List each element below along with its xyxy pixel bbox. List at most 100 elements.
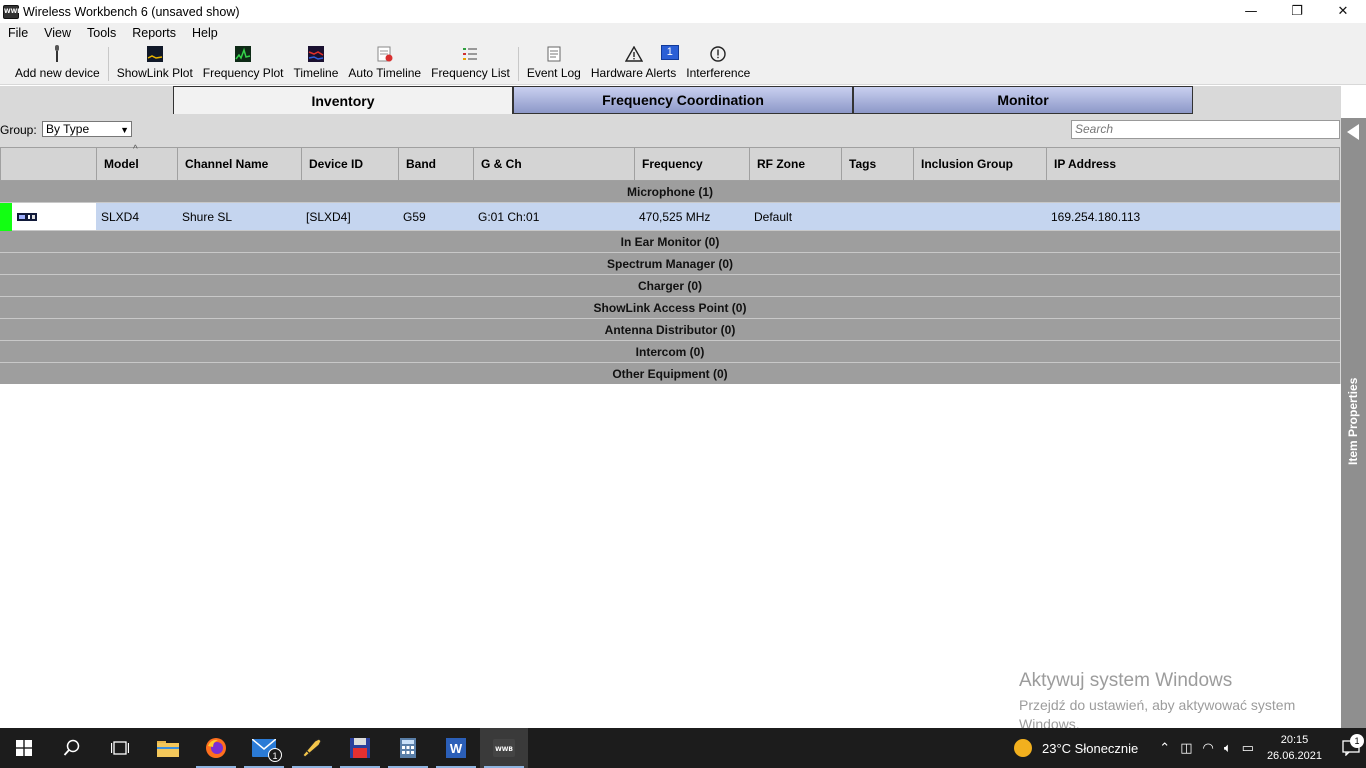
showlink-plot-button[interactable]: ShowLink Plot [112,42,198,84]
meet-now-icon[interactable]: ◫ [1180,741,1192,756]
wifi-icon[interactable]: ◠ [1202,741,1213,756]
group-dropdown[interactable]: By Type ▼ [42,121,132,137]
item-properties-panel[interactable]: Item Properties [1341,118,1366,728]
folder-icon [157,741,179,757]
frequency-list-icon [461,45,479,63]
group-row-showlink-access-point[interactable]: ShowLink Access Point (0) [0,297,1340,319]
notification-badge: 1 [1350,734,1364,748]
clock-time: 20:15 [1280,734,1309,746]
chevron-up-icon[interactable]: ⌃ [1159,741,1170,756]
search-button[interactable] [48,728,96,768]
windows-logo-icon [16,740,32,756]
auto-timeline-button[interactable]: Auto Timeline [343,42,426,84]
clock-date: 26.06.2021 [1266,750,1322,762]
menu-reports[interactable]: Reports [124,23,184,43]
sun-weather-icon [1014,739,1033,757]
search-input[interactable]: Search [1071,120,1340,139]
interference-label: Interference [686,66,751,80]
group-row-intercom[interactable]: Intercom (0) [0,341,1340,363]
column-header-rf-zone[interactable]: RF Zone [750,148,842,180]
hardware-alerts-button[interactable]: 1 Hardware Alerts [586,42,681,84]
svg-text:WWB: WWB [495,746,513,753]
taskbar-mail[interactable]: 1 [240,728,288,768]
auto-timeline-icon [376,45,394,63]
frequency-plot-button[interactable]: Frequency Plot [198,42,289,84]
event-log-icon [545,45,563,63]
taskbar-app-tools[interactable] [288,728,336,768]
word-icon: W [446,738,466,758]
sort-ascending-icon: ^ [133,144,138,155]
column-header-frequency[interactable]: Frequency [635,148,750,180]
main-panel: Inventory Frequency Coordination Monitor… [0,86,1341,728]
item-properties-label: Item Properties [1346,377,1360,465]
start-button[interactable] [0,728,48,768]
menu-tools[interactable]: Tools [79,23,124,43]
tools-app-icon [302,738,322,758]
column-header-g-ch[interactable]: G & Ch [474,148,635,180]
close-button[interactable]: ✕ [1320,0,1366,23]
battery-icon[interactable]: ▭ [1242,741,1254,756]
cell-tags [841,203,913,230]
expand-left-icon[interactable] [1347,124,1359,140]
menu-help[interactable]: Help [184,23,226,43]
task-view-button[interactable] [96,728,144,768]
frequency-list-button[interactable]: Frequency List [426,42,515,84]
cell-channel-name: Shure SL [182,209,233,224]
device-cell [12,203,96,230]
taskbar-firefox[interactable] [192,728,240,768]
activation-watermark: Aktywuj system Windows Przejdź do ustawi… [1019,670,1329,734]
taskbar-calculator[interactable] [384,728,432,768]
column-header-ip-address[interactable]: IP Address [1047,148,1339,180]
toolbar-separator [517,46,519,81]
title-bar: WWB Wireless Workbench 6 (unsaved show) … [0,0,1366,23]
group-row-microphone[interactable]: Microphone (1) [0,181,1340,203]
receiver-device-icon [17,210,37,224]
showlink-plot-icon [146,45,164,63]
tab-monitor[interactable]: Monitor [853,86,1193,114]
notifications-button[interactable]: 1 [1336,734,1366,756]
taskbar-save-app[interactable] [336,728,384,768]
table-row[interactable]: SLXD4 Shure SL [SLXD4] G59 G:01 Ch:01 47… [0,203,1340,231]
timeline-button[interactable]: Timeline [289,42,344,84]
column-header-band[interactable]: Band [399,148,474,180]
group-label: Group: [0,123,37,137]
column-header-inclusion-group[interactable]: Inclusion Group [914,148,1047,180]
group-row-other-equipment[interactable]: Other Equipment (0) [0,363,1340,385]
watermark-title: Aktywuj system Windows [1019,670,1233,691]
window-title: Wireless Workbench 6 (unsaved show) [23,4,240,19]
column-header-model[interactable]: ^ Model [97,144,178,180]
timeline-icon [307,45,325,63]
toolbar: Add new device ShowLink Plot Frequency P… [0,43,1366,85]
group-row-spectrum-manager[interactable]: Spectrum Manager (0) [0,253,1340,275]
toolbar-separator [107,46,109,81]
event-log-button[interactable]: Event Log [522,42,586,84]
group-row-charger[interactable]: Charger (0) [0,275,1340,297]
cell-ip-address: 169.254.180.113 [1051,209,1141,224]
frequency-list-label: Frequency List [431,66,510,80]
minimize-button[interactable]: — [1228,0,1274,23]
taskbar-wireless-workbench[interactable]: WWB [480,728,528,768]
auto-timeline-label: Auto Timeline [348,66,422,80]
add-device-button[interactable]: Add new device [10,42,105,84]
taskbar-file-explorer[interactable] [144,728,192,768]
interference-button[interactable]: Interference [681,42,755,84]
group-dropdown-value: By Type [46,122,90,136]
column-header-icon[interactable] [1,148,97,180]
tab-frequency-coordination[interactable]: Frequency Coordination [513,86,853,114]
menu-file[interactable]: File [0,23,36,43]
group-row-antenna-distributor[interactable]: Antenna Distributor (0) [0,319,1340,341]
column-header-tags[interactable]: Tags [842,148,914,180]
hardware-alerts-label: Hardware Alerts [590,66,677,80]
restore-button[interactable]: ❐ [1274,0,1320,23]
column-header-channel-name[interactable]: Channel Name [178,148,302,180]
volume-icon[interactable]: 🔈︎ [1224,741,1232,756]
column-header-device-id[interactable]: Device ID [302,148,399,180]
table-header: ^ Model Channel Name Device ID Band G & … [0,144,1340,181]
clock[interactable]: 20:15 26.06.2021 [1267,732,1322,764]
tab-inventory[interactable]: Inventory [173,86,513,114]
taskbar-word[interactable]: W [432,728,480,768]
floppy-disk-icon [350,738,370,758]
group-row-in-ear-monitor[interactable]: In Ear Monitor (0) [0,231,1340,253]
weather-text[interactable]: 23°C Słonecznie [1042,741,1138,756]
menu-view[interactable]: View [36,23,79,43]
